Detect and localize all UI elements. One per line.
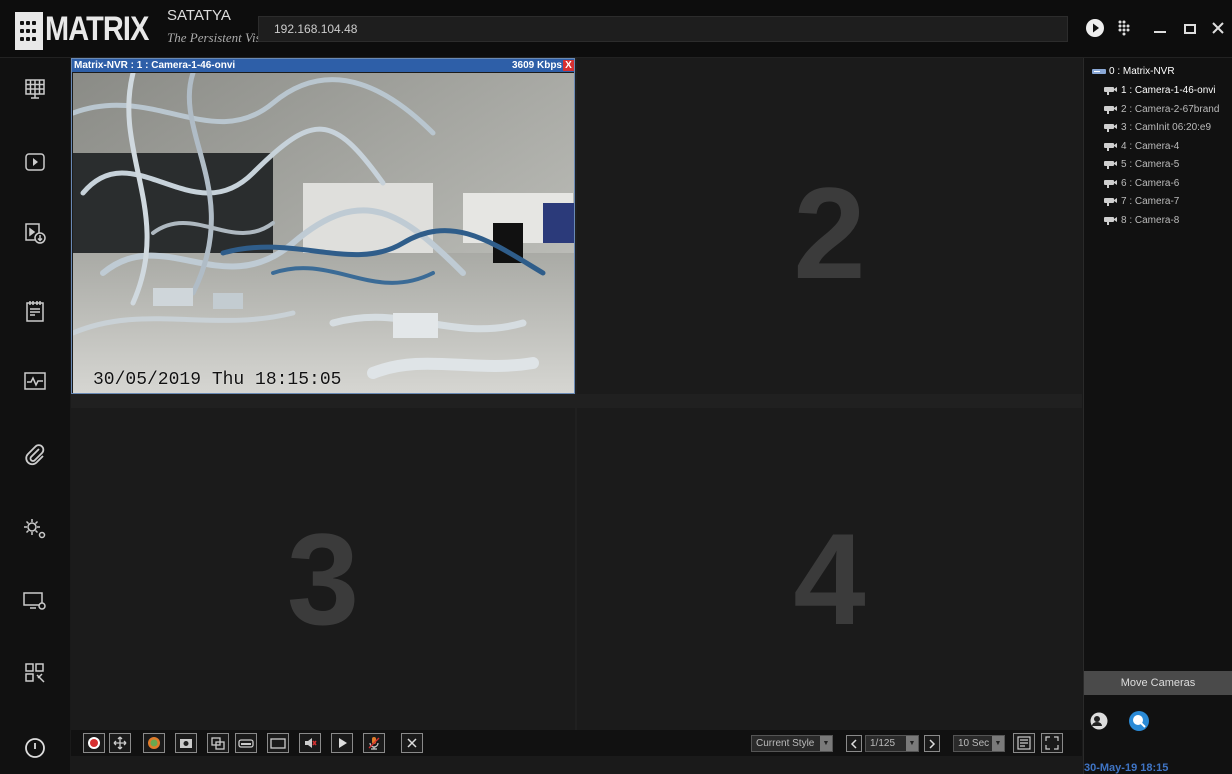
matrix-logo: MATRIX: [15, 10, 149, 50]
ptz-icon[interactable]: [109, 733, 131, 753]
camera-icon: [1104, 161, 1117, 169]
interval-select-value: 10 Sec: [958, 738, 990, 749]
tree-camera-item[interactable]: 1 : Camera-1-46-onvi: [1104, 85, 1215, 96]
close-icon[interactable]: [401, 733, 423, 753]
tree-camera-label: 8 : Camera-8: [1121, 214, 1180, 226]
tile-number: 2: [793, 160, 866, 306]
restore-icon[interactable]: [1180, 18, 1200, 38]
tree-camera-item[interactable]: 2 : Camera-2-67brand: [1104, 104, 1219, 115]
bitrate-label: 3609 Kbps: [511, 60, 562, 71]
playback-icon[interactable]: [22, 149, 48, 175]
chevron-down-icon: ▼: [906, 736, 918, 751]
mute-icon[interactable]: [299, 733, 321, 753]
tree-camera-item[interactable]: 5 : Camera-5: [1104, 159, 1179, 170]
live-view-icon[interactable]: [22, 76, 48, 102]
camera-icon: [1104, 198, 1117, 206]
style-select[interactable]: Current Style ▼: [751, 735, 833, 752]
tree-camera-label: 6 : Camera-6: [1121, 177, 1180, 189]
layout-toggle-icon[interactable]: [1013, 733, 1035, 753]
camera-icon: [1104, 179, 1117, 188]
play-icon[interactable]: [331, 733, 353, 753]
display-settings-icon[interactable]: [22, 588, 48, 614]
nvr-icon: [1092, 69, 1106, 74]
tree-root-label: 0 : Matrix-NVR: [1109, 66, 1175, 77]
snapshot-icon[interactable]: [175, 733, 197, 753]
tree-camera-label: 1 : Camera-1-46-onvi: [1121, 85, 1216, 96]
tree-camera-label: 3 : CamInit 06:20:e9: [1121, 122, 1212, 133]
tree-camera-item[interactable]: 4 : Camera-4: [1104, 141, 1179, 152]
tree-camera-item[interactable]: 3 : CamInit 06:20:e9: [1104, 122, 1211, 133]
logo-text: MATRIX: [45, 10, 149, 48]
camera-search-icon[interactable]: [1128, 710, 1150, 737]
video-tile-4[interactable]: 4: [577, 408, 1082, 730]
color-icon[interactable]: [143, 733, 165, 753]
tree-root-nvr[interactable]: 0 : Matrix-NVR: [1092, 66, 1175, 77]
page-prev-icon[interactable]: [846, 735, 862, 752]
camera-icon: [1104, 142, 1117, 151]
tree-camera-label: 7 : Camera-7: [1121, 196, 1180, 207]
video-timestamp: 30/05/2019 Thu 18:15:05: [93, 370, 342, 390]
device-tree-panel: 0 : Matrix-NVR 1 : Camera-1-46-onvi 2 : C…: [1083, 58, 1232, 774]
tree-camera-item[interactable]: 8 : Camera-8: [1104, 215, 1179, 226]
video-grid: Matrix-NVR : 1 : Camera-1-46-onvi 3609 K…: [71, 58, 1082, 730]
minimize-icon[interactable]: [1150, 18, 1170, 38]
move-cameras-button[interactable]: Move Cameras: [1084, 671, 1232, 695]
page-select[interactable]: 1/125 ▼: [865, 735, 919, 752]
instant-playback-icon[interactable]: [235, 733, 257, 753]
camera-icon: [1104, 124, 1117, 132]
system-health-icon[interactable]: [22, 368, 48, 394]
camera-icon: [1104, 87, 1117, 95]
tile-number: 4: [793, 506, 866, 652]
video-tile-2[interactable]: 2: [577, 58, 1082, 394]
title-bar: MATRIX SATATYA The Persistent Vision 192…: [0, 0, 1232, 58]
tile-close-icon[interactable]: X: [563, 60, 574, 71]
event-log-icon[interactable]: [22, 298, 48, 324]
grid-dots-icon[interactable]: [1115, 18, 1135, 38]
chevron-down-icon: ▼: [992, 736, 1004, 751]
camera-icon: [1104, 105, 1117, 114]
sequence-icon[interactable]: [207, 733, 229, 753]
chevron-down-icon: ▼: [820, 736, 832, 751]
tree-camera-label: 2 : Camera-2-67brand: [1121, 103, 1220, 115]
attachment-icon[interactable]: [22, 442, 48, 468]
fullscreen-icon[interactable]: [1041, 733, 1063, 753]
tile-number: 3: [286, 506, 360, 652]
microphone-icon[interactable]: [363, 733, 385, 753]
video-toolbar: Current Style ▼ 1/125 ▼ 10 Sec ▼: [71, 730, 1082, 756]
tile-title-bar: Matrix-NVR : 1 : Camera-1-46-onvi: [72, 59, 574, 72]
style-select-value: Current Style: [756, 738, 815, 749]
full-view-icon[interactable]: [267, 733, 289, 753]
tree-camera-label: 4 : Camera-4: [1121, 140, 1180, 152]
page-select-value: 1/125: [870, 738, 896, 749]
camera-icon: [1104, 216, 1117, 225]
power-icon[interactable]: [22, 735, 48, 761]
address-bar[interactable]: 192.168.104.48: [258, 16, 1068, 42]
page-next-icon[interactable]: [924, 735, 940, 752]
close-icon[interactable]: [1208, 18, 1228, 38]
tile-title: Matrix-NVR : 1 : Camera-1-46-onvi: [74, 60, 236, 71]
left-sidebar: [0, 58, 70, 774]
video-tile-3[interactable]: 3: [71, 408, 575, 730]
record-icon[interactable]: [83, 733, 105, 753]
video-download-icon[interactable]: [22, 220, 48, 246]
layout-tools-icon[interactable]: [22, 660, 48, 686]
camera-feed: 30/05/2019 Thu 18:15:05: [73, 73, 574, 393]
tree-camera-item[interactable]: 6 : Camera-6: [1104, 178, 1179, 189]
user-icon[interactable]: [1090, 712, 1108, 735]
settings-icon[interactable]: [22, 516, 48, 542]
tree-camera-label: 5 : Camera-5: [1121, 159, 1180, 170]
date-time: 30-May-19 18:15: [1084, 762, 1169, 774]
tree-camera-item[interactable]: 7 : Camera-7: [1104, 196, 1179, 207]
logo-mark-icon: [15, 12, 43, 50]
video-tile-1[interactable]: Matrix-NVR : 1 : Camera-1-46-onvi 3609 K…: [71, 58, 575, 394]
play-icon[interactable]: [1085, 18, 1105, 38]
brand-name: SATATYA: [167, 7, 231, 24]
camera-feed-image: [73, 73, 574, 393]
interval-select[interactable]: 10 Sec ▼: [953, 735, 1005, 752]
